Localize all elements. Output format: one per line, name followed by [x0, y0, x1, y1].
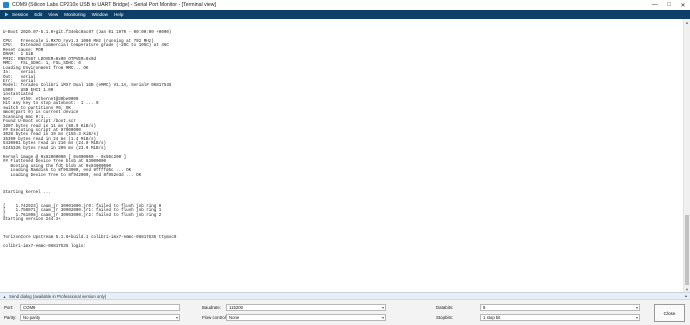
- close-button[interactable]: Close: [654, 304, 685, 322]
- port-label: Port:: [4, 305, 14, 310]
- port-value: COM9: [23, 305, 36, 310]
- minimize-button[interactable]: —: [648, 0, 662, 10]
- vertical-scrollbar[interactable]: ▲ ▼: [683, 19, 690, 292]
- stopbits-value: 1 stop bit: [483, 315, 501, 320]
- parity-value: No parity: [23, 315, 41, 320]
- flow-control-field: Flow control: None ▾: [202, 314, 386, 321]
- databits-value: 8: [483, 305, 486, 310]
- send-dialog-bar[interactable]: ▴ Send dialog (available in Professional…: [0, 292, 690, 299]
- scrollbar-thumb[interactable]: [685, 215, 689, 285]
- window-title: COM9 (Silicon Labs CP210x USB to UART Br…: [12, 2, 216, 8]
- parity-field: Parity: No parity ▾: [4, 314, 180, 321]
- baudrate-select[interactable]: 115200 ▾: [226, 304, 386, 311]
- baudrate-value: 115200: [229, 305, 244, 310]
- chevron-down-icon: ▾: [175, 315, 178, 320]
- port-select[interactable]: COM9: [20, 304, 180, 311]
- menu-edit[interactable]: Edit: [34, 12, 42, 17]
- stopbits-label: Stopbits:: [436, 315, 454, 320]
- app-icon: [3, 2, 9, 8]
- baudrate-field: Baudrate: 115200 ▾: [202, 304, 386, 311]
- menu-view[interactable]: View: [48, 12, 58, 17]
- menu-monitoring[interactable]: Monitoring: [64, 12, 85, 17]
- menu-bar: Session Edit View Monitoring Window Help: [0, 10, 690, 19]
- flow-control-label: Flow control:: [202, 315, 227, 320]
- chevron-down-icon: ▾: [381, 315, 384, 320]
- window-controls: — □ ✕: [648, 0, 690, 10]
- stopbits-field: Stopbits: 1 stop bit ▾: [436, 314, 640, 321]
- chevron-down-icon: ▾: [635, 315, 638, 320]
- maximize-button[interactable]: □: [662, 0, 676, 10]
- stopbits-select[interactable]: 1 stop bit ▾: [480, 314, 640, 321]
- expand-icon[interactable]: ▴: [2, 294, 7, 299]
- chevron-down-icon: ▾: [635, 305, 638, 310]
- chevron-icon[interactable]: ▴: [685, 293, 687, 298]
- databits-field: Databits: 8 ▾: [436, 304, 640, 311]
- port-field: Port: COM9: [4, 304, 180, 311]
- parity-select[interactable]: No parity ▾: [20, 314, 180, 321]
- flow-control-select[interactable]: None ▾: [226, 314, 386, 321]
- terminal-output[interactable]: U-Boot 2020.07-5.1.0+git.f34ebc0ac97 (Ja…: [3, 31, 673, 249]
- close-window-button[interactable]: ✕: [676, 0, 690, 10]
- baudrate-label: Baudrate:: [202, 305, 222, 310]
- scroll-up-icon[interactable]: ▲: [684, 19, 690, 25]
- menu-help[interactable]: Help: [114, 12, 123, 17]
- menu-session[interactable]: Session: [12, 12, 28, 17]
- terminal-view[interactable]: U-Boot 2020.07-5.1.0+git.f34ebc0ac97 (Ja…: [0, 19, 690, 292]
- port-settings-panel: Port: COM9 Parity: No parity ▾ Baudrate:…: [0, 299, 690, 325]
- parity-label: Parity:: [4, 315, 17, 320]
- title-bar: COM9 (Silicon Labs CP210x USB to UART Br…: [0, 0, 690, 10]
- databits-label: Databits:: [436, 305, 454, 310]
- chevron-down-icon: ▾: [381, 305, 384, 310]
- play-icon[interactable]: [3, 12, 9, 18]
- databits-select[interactable]: 8 ▾: [480, 304, 640, 311]
- menu-window[interactable]: Window: [92, 12, 108, 17]
- send-dialog-label: Send dialog (available in Professional v…: [9, 293, 107, 299]
- flow-control-value: None: [229, 315, 240, 320]
